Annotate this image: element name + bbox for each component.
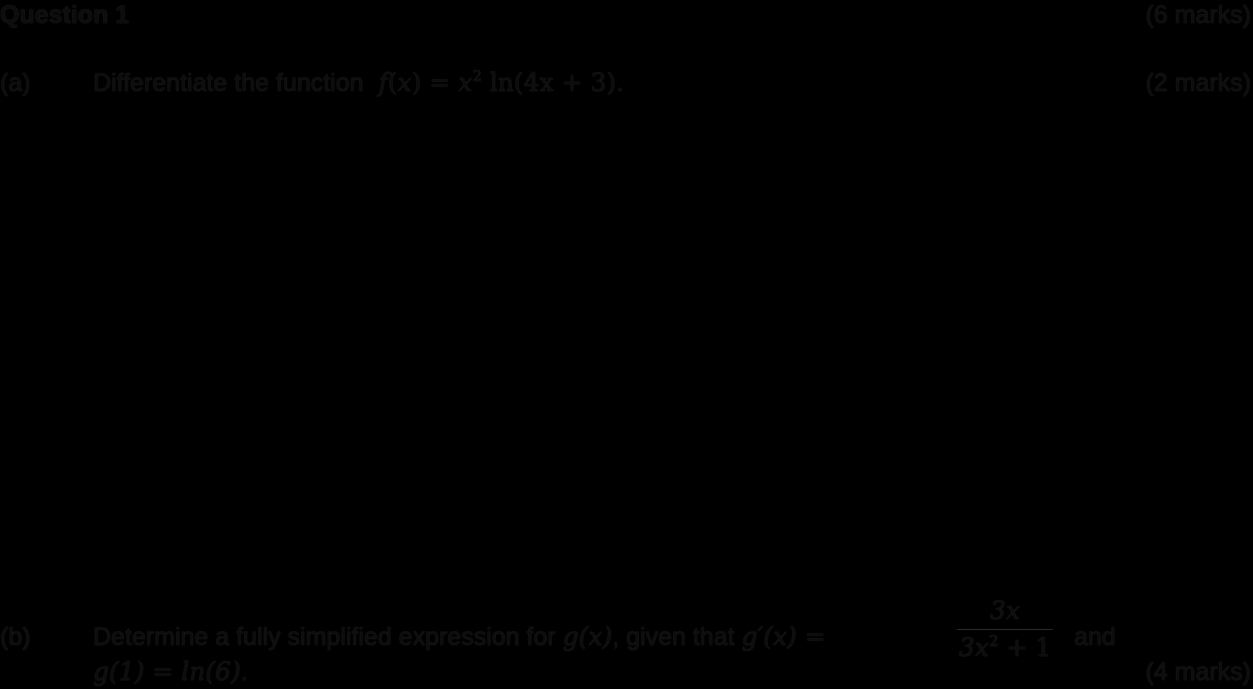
part-a-text: Differentiate the function bbox=[93, 69, 364, 97]
part-b-gprime: g′(x) = bbox=[741, 622, 826, 651]
question-title: Question 1 bbox=[0, 1, 130, 29]
part-b-text-2: , given that bbox=[612, 623, 735, 651]
part-b-prompt-line1: Determine a fully simplified expression … bbox=[93, 622, 826, 652]
fraction-numerator: 3x bbox=[989, 596, 1020, 625]
part-b-g-of-x: g(x) bbox=[562, 622, 613, 651]
part-b-condition-end: . bbox=[240, 658, 248, 686]
question-total-marks: (6 marks) bbox=[1145, 1, 1251, 29]
part-a-expression: f(x) = x2 ln(4x + 3). bbox=[378, 67, 625, 97]
fraction-denominator: 3x bbox=[958, 633, 989, 662]
part-a-prompt: Differentiate the function f(x) = x2 ln(… bbox=[93, 68, 624, 98]
part-b-prompt-line2: g(1) = ln(6). bbox=[93, 657, 248, 687]
part-b-condition: g(1) = ln(6) bbox=[93, 657, 241, 686]
part-b-marks: (4 marks) bbox=[1145, 658, 1251, 686]
part-a-marks: (2 marks) bbox=[1145, 69, 1251, 97]
answer-space bbox=[0, 110, 1253, 590]
part-b-fraction: 3x 3x2 + 1 bbox=[957, 596, 1053, 662]
part-b-and: and bbox=[1074, 623, 1116, 651]
part-a-label: (a) bbox=[0, 69, 31, 97]
part-b-label: (b) bbox=[0, 623, 31, 651]
fraction-bar bbox=[957, 629, 1053, 630]
part-b-text-1: Determine a fully simplified expression … bbox=[93, 623, 556, 651]
